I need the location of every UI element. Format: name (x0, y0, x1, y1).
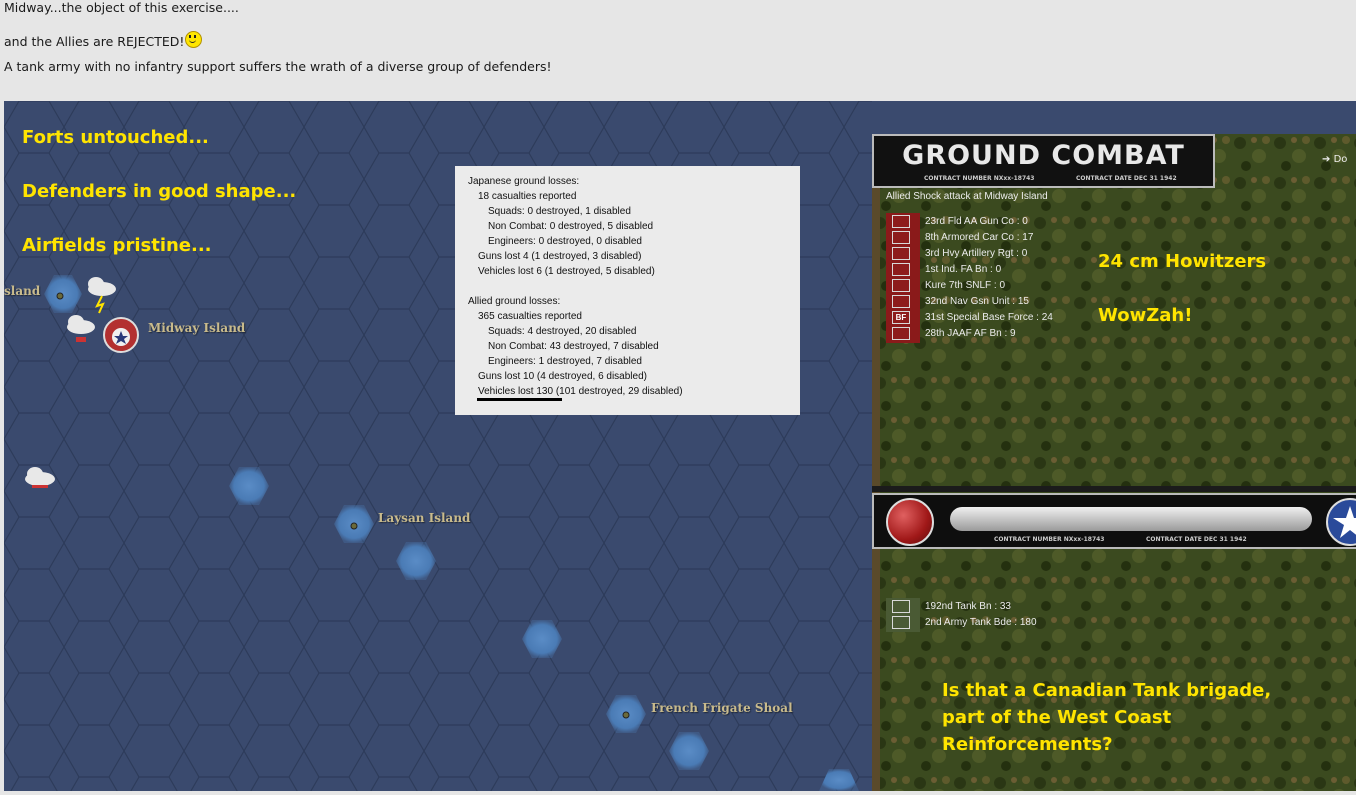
japanese-guns: Guns lost 4 (1 destroyed, 3 disabled) (478, 251, 642, 262)
defender-unit-label: Kure 7th SNLF : 0 (925, 280, 1006, 291)
post-line-3: A tank army with no infantry support suf… (4, 59, 552, 74)
contract-number-label: CONTRACT NUMBER NXxx-18743 (924, 175, 1034, 182)
defender-unit-label: 32nd Nav Gsn Unit : 15 (925, 296, 1029, 307)
tank-icon (892, 600, 910, 613)
place-label-midway[interactable]: Midway Island (148, 321, 245, 335)
japanese-squads: Squads: 0 destroyed, 1 disabled (488, 206, 631, 217)
contract-date-label: CONTRACT DATE DEC 31 1942 (1076, 175, 1177, 182)
japanese-losses-header: Japanese ground losses: (468, 176, 580, 187)
infantry-icon (892, 295, 910, 308)
attacker-unit-label: 192nd Tank Bn : 33 (925, 601, 1011, 612)
tank-icon (892, 616, 910, 629)
post-line-2-text: and the Allies are REJECTED! (4, 34, 185, 49)
japanese-noncombat: Non Combat: 0 destroyed, 5 disabled (488, 221, 654, 232)
japanese-roundel-icon (886, 498, 934, 546)
allied-star-icon (1326, 498, 1356, 546)
contract-date-value-2: DEC 31 1942 (1203, 536, 1247, 543)
arrow-icon: ➔ (1322, 154, 1331, 165)
progress-bar-bezel (950, 507, 1312, 531)
attack-title: Allied Shock attack at Midway Island (886, 191, 1048, 202)
attacker-unit-label: 2nd Army Tank Bde : 180 (925, 617, 1037, 628)
canadian-note-line-3: Reinforcements? (942, 734, 1113, 755)
contract-number-text-2: CONTRACT NUMBER (994, 536, 1062, 543)
vehicles-underline (477, 398, 562, 401)
ground-combat-banner: GROUND COMBAT CONTRACT NUMBER NXxx-18743… (872, 134, 1215, 188)
contract-code-text-2: NXxx-18743 (1063, 536, 1105, 543)
post-line-2: and the Allies are REJECTED! (4, 31, 203, 49)
hex-map[interactable]: Forts untouched... Defenders in good sha… (4, 101, 872, 791)
place-label-laysan[interactable]: Laysan Island (378, 511, 470, 525)
base-force-icon: BF (892, 311, 910, 324)
airfield-icon (892, 327, 910, 340)
allied-vehicles: Vehicles lost 130 (101 destroyed, 29 dis… (478, 386, 683, 397)
annotation-defenders: Defenders in good shape... (22, 181, 297, 202)
done-label: Do (1333, 154, 1348, 165)
contract-date-text-2: CONTRACT DATE (1146, 536, 1202, 543)
armor-icon (892, 231, 910, 244)
contract-date-label-2: CONTRACT DATE DEC 31 1942 (1146, 536, 1247, 543)
defender-unit-label: 3rd Hvy Artillery Rgt : 0 (925, 248, 1028, 259)
marine-icon (892, 279, 910, 292)
artillery-icon (892, 263, 910, 276)
annotation-forts: Forts untouched... (22, 127, 209, 148)
allied-guns: Guns lost 10 (4 destroyed, 6 disabled) (478, 371, 647, 382)
defender-unit-label: 1st Ind. FA Bn : 0 (925, 264, 1002, 275)
defender-unit-label: 31st Special Base Force : 24 (925, 312, 1053, 323)
place-label-french-frigate[interactable]: French Frigate Shoal (651, 701, 793, 715)
japanese-vehicles: Vehicles lost 6 (1 destroyed, 5 disabled… (478, 266, 655, 277)
smiley-icon (185, 31, 203, 48)
canadian-note-line-2: part of the West Coast (942, 707, 1172, 728)
allied-engineers: Engineers: 1 destroyed, 7 disabled (488, 356, 642, 367)
attacker-banner: CONTRACT NUMBER NXxx-18743 CONTRACT DATE… (872, 493, 1356, 549)
artillery-icon (892, 247, 910, 260)
allied-casualties: 365 casualties reported (478, 311, 582, 322)
midway-base-icon (103, 317, 139, 353)
ground-combat-window: GROUND COMBAT CONTRACT NUMBER NXxx-18743… (872, 134, 1356, 791)
done-button[interactable]: ➔ Do (1322, 154, 1347, 165)
post-line-1: Midway...the object of this exercise.... (4, 0, 239, 15)
game-screenshot: Forts untouched... Defenders in good sha… (4, 101, 1356, 791)
contract-date-value: DEC 31 1942 (1133, 175, 1177, 182)
annotation-airfields: Airfields pristine... (22, 235, 212, 256)
allied-losses-header: Allied ground losses: (468, 296, 561, 307)
place-label-island-partial[interactable]: sland (4, 284, 40, 298)
defender-unit-label: 28th JAAF AF Bn : 9 (925, 328, 1016, 339)
defender-unit-label: 23rd Fld AA Gun Co : 0 (925, 216, 1028, 227)
losses-panel: Japanese ground losses: 18 casualties re… (455, 166, 800, 415)
wowzah-note: WowZah! (1098, 305, 1193, 326)
japanese-casualties: 18 casualties reported (478, 191, 577, 202)
allied-squads: Squads: 4 destroyed, 20 disabled (488, 326, 637, 337)
defender-unit-label: 8th Armored Car Co : 17 (925, 232, 1034, 243)
contract-code-text: NXxx-18743 (993, 175, 1035, 182)
howitzers-note: 24 cm Howitzers (1098, 251, 1267, 272)
contract-number-text: CONTRACT NUMBER (924, 175, 992, 182)
triangle-icon (892, 215, 910, 228)
contract-date-text: CONTRACT DATE (1076, 175, 1132, 182)
canadian-note-line-1: Is that a Canadian Tank brigade, (942, 680, 1272, 701)
japanese-engineers: Engineers: 0 destroyed, 0 disabled (488, 236, 642, 247)
allied-noncombat: Non Combat: 43 destroyed, 7 disabled (488, 341, 659, 352)
banner-title: GROUND COMBAT (902, 140, 1185, 171)
contract-number-label-2: CONTRACT NUMBER NXxx-18743 (994, 536, 1104, 543)
